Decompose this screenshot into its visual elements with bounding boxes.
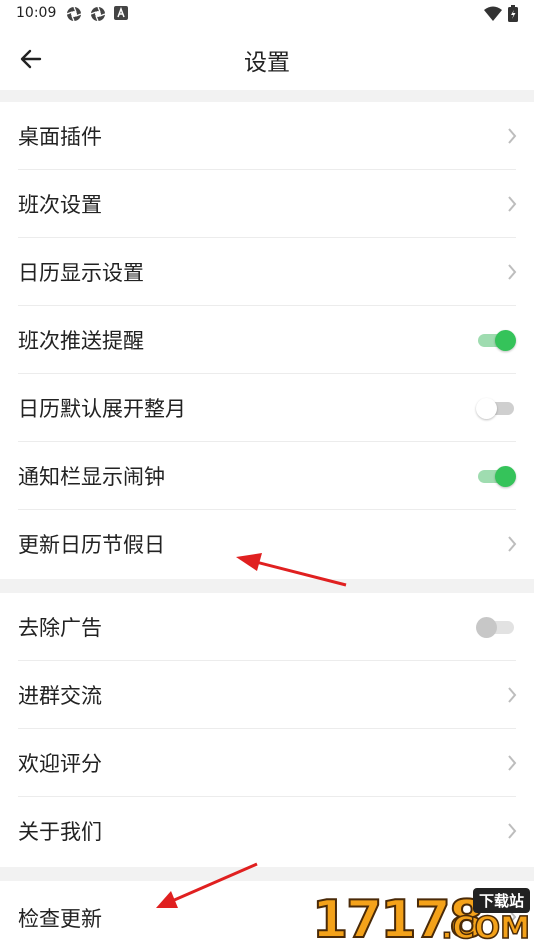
- setting-label: 欢迎评分: [18, 752, 102, 776]
- section-gap: [0, 867, 534, 881]
- chevron-right-icon: [508, 264, 517, 280]
- aperture-icon: [90, 6, 106, 22]
- status-time: 10:09: [16, 5, 57, 21]
- app-notification-icon: [114, 6, 128, 20]
- setting-desktop-widget[interactable]: 桌面插件: [0, 102, 534, 170]
- setting-label: 去除广告: [18, 616, 102, 640]
- watermark-logo: 17178 下载站 .COM: [304, 888, 534, 950]
- status-bar: 10:09: [0, 0, 534, 28]
- chevron-right-icon: [508, 196, 517, 212]
- setting-label: 更新日历节假日: [18, 533, 165, 557]
- setting-notification-alarm: 通知栏显示闹钟: [0, 442, 534, 510]
- setting-label: 关于我们: [18, 820, 102, 844]
- setting-rate-app[interactable]: 欢迎评分: [0, 729, 534, 797]
- setting-expand-full-month: 日历默认展开整月: [0, 374, 534, 442]
- shift-push-reminder-toggle[interactable]: [476, 329, 516, 351]
- toggle-knob: [495, 330, 516, 351]
- setting-label: 检查更新: [18, 907, 102, 931]
- status-icons-right: [484, 5, 518, 22]
- expand-full-month-toggle[interactable]: [476, 397, 516, 419]
- setting-remove-ads: 去除广告: [0, 593, 534, 661]
- chevron-right-icon: [508, 536, 517, 552]
- watermark-badge: 下载站: [472, 888, 530, 913]
- setting-label: 桌面插件: [18, 125, 102, 149]
- chevron-right-icon: [508, 128, 517, 144]
- setting-label: 班次推送提醒: [18, 329, 144, 353]
- setting-about-us[interactable]: 关于我们: [0, 797, 534, 867]
- chevron-right-icon: [508, 687, 517, 703]
- notification-alarm-toggle[interactable]: [476, 465, 516, 487]
- status-icons-left: [66, 6, 128, 22]
- setting-label: 日历显示设置: [18, 261, 144, 285]
- setting-label: 日历默认展开整月: [18, 397, 186, 421]
- setting-label: 班次设置: [18, 193, 102, 217]
- battery-icon: [508, 5, 518, 22]
- toggle-knob: [476, 398, 497, 419]
- setting-label: 进群交流: [18, 684, 102, 708]
- page-title: 设置: [244, 50, 290, 76]
- setting-shift-settings[interactable]: 班次设置: [0, 170, 534, 238]
- toggle-knob: [476, 617, 497, 638]
- section-gap: [0, 579, 534, 593]
- chevron-right-icon: [508, 755, 517, 771]
- setting-label: 通知栏显示闹钟: [18, 465, 165, 489]
- setting-shift-push-reminder: 班次推送提醒: [0, 306, 534, 374]
- chevron-right-icon: [508, 823, 517, 839]
- toggle-knob: [495, 466, 516, 487]
- watermark-suffix: .COM: [440, 911, 530, 947]
- setting-update-holidays[interactable]: 更新日历节假日: [0, 510, 534, 579]
- remove-ads-toggle[interactable]: [476, 616, 516, 638]
- setting-calendar-display[interactable]: 日历显示设置: [0, 238, 534, 306]
- section-gap: [0, 90, 534, 102]
- app-bar: 设置: [0, 28, 534, 90]
- aperture-icon: [66, 6, 82, 22]
- wifi-icon: [484, 6, 502, 21]
- setting-join-group[interactable]: 进群交流: [0, 661, 534, 729]
